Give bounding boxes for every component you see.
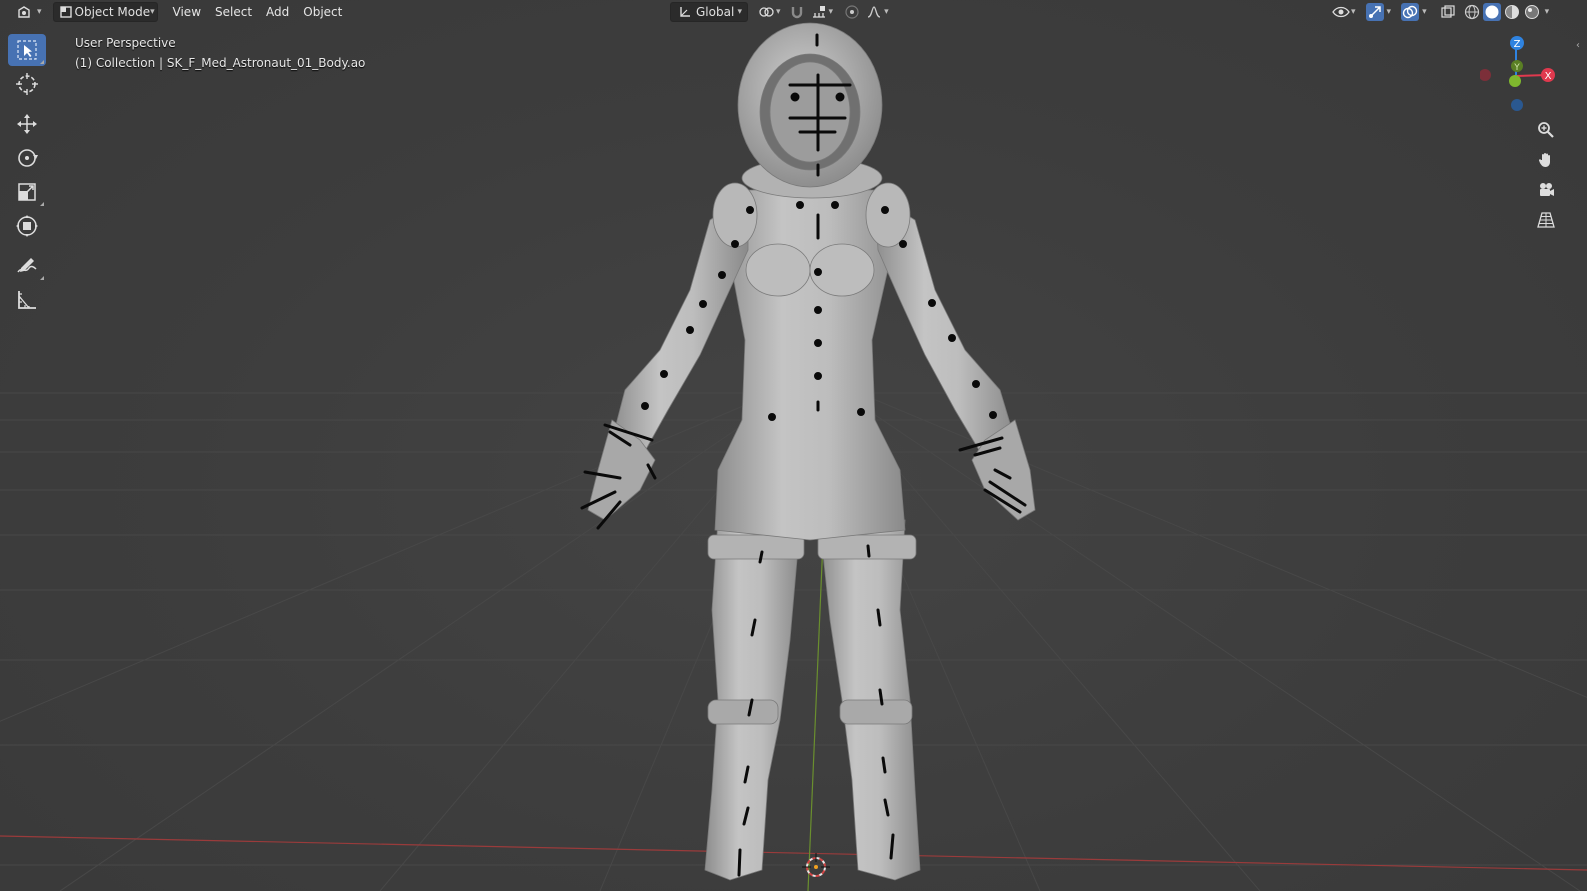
snap-target-dropdown[interactable]: ▾ <box>808 2 836 22</box>
move-tool[interactable] <box>8 108 46 140</box>
chevron-down-icon: ▾ <box>150 7 155 17</box>
active-collection-label: (1) Collection | SK_F_Med_Astronaut_01_B… <box>75 56 366 70</box>
transform-orientation-label: Global <box>696 5 735 19</box>
select-box-icon <box>17 40 37 60</box>
chevron-down-icon: ▾ <box>828 7 834 17</box>
viewport-header: ▾ Object Mode ▾ View Select Add Object G… <box>0 0 1587 24</box>
camera-view-button[interactable] <box>1531 176 1561 204</box>
transform-icon <box>16 215 38 237</box>
sidebar-toggle[interactable]: ‹ <box>1576 40 1580 51</box>
orientation-icon <box>676 3 694 21</box>
pivot-icon <box>757 3 775 21</box>
overlays-toggle[interactable]: ▾ <box>1399 2 1429 22</box>
viewport-scene <box>0 22 1587 891</box>
zoom-icon <box>1538 122 1554 138</box>
cursor-icon <box>16 73 38 95</box>
editor-type-icon <box>15 3 33 21</box>
falloff-dropdown[interactable]: ▾ <box>863 2 891 22</box>
zoom-button[interactable] <box>1531 116 1561 144</box>
tool-shelf <box>8 34 48 318</box>
transform-tool[interactable] <box>8 210 46 242</box>
y-axis-label: Y <box>1513 63 1520 73</box>
gizmo-icon <box>1365 3 1384 21</box>
tool-options-indicator <box>40 60 44 64</box>
menu-add[interactable]: Add <box>259 2 296 22</box>
xray-toggle[interactable] <box>1437 2 1459 22</box>
view-perspective-label: User Perspective <box>75 36 176 50</box>
scale-icon <box>18 183 36 201</box>
rotate-tool[interactable] <box>8 142 46 174</box>
rotate-icon <box>18 149 38 167</box>
z-axis-label: Z <box>1514 39 1521 50</box>
tool-options-indicator <box>40 276 44 280</box>
perspective-grid-icon <box>1537 212 1555 228</box>
object-mode-label: Object Mode <box>74 5 151 19</box>
visibility-icon <box>1332 3 1350 21</box>
perspective-toggle-button[interactable] <box>1531 206 1561 234</box>
viewport-info: User Perspective (1) Collection | SK_F_M… <box>75 33 365 73</box>
neg-x-axis-handle <box>1479 69 1491 81</box>
x-axis-label: X <box>1545 71 1552 82</box>
chevron-down-icon: ▾ <box>1386 7 1392 17</box>
object-mode-icon <box>59 3 73 21</box>
move-icon <box>17 114 37 134</box>
neg-z-axis-handle <box>1511 99 1523 111</box>
neg-y-axis-handle <box>1509 75 1521 87</box>
gizmo-toggle[interactable]: ▾ <box>1364 2 1394 22</box>
falloff-curve-icon <box>865 3 883 21</box>
3d-viewport[interactable] <box>0 0 1587 891</box>
chevron-down-icon: ▾ <box>1422 7 1427 17</box>
overlays-icon <box>1401 3 1420 21</box>
chevron-down-icon: ▾ <box>737 7 742 17</box>
rendered-shading-icon[interactable] <box>1523 3 1541 21</box>
hand-pan-icon <box>1538 153 1550 167</box>
chevron-down-icon: ▾ <box>776 7 781 17</box>
xray-icon <box>1439 3 1457 21</box>
snap-increment-icon <box>810 3 828 21</box>
navigation-gizmo[interactable]: Z X Y <box>1479 32 1570 122</box>
pivot-point-dropdown[interactable]: ▾ <box>752 2 786 22</box>
wireframe-shading-icon[interactable] <box>1463 3 1481 21</box>
pan-button[interactable] <box>1531 146 1561 174</box>
measure-icon <box>18 291 36 309</box>
object-mode-dropdown[interactable]: Object Mode ▾ <box>52 2 158 22</box>
material-shading-icon[interactable] <box>1503 3 1521 21</box>
magnet-icon <box>788 3 806 21</box>
select-box-tool[interactable] <box>8 34 46 66</box>
menu-view[interactable]: View <box>166 2 208 22</box>
scale-tool[interactable] <box>8 176 46 208</box>
annotate-tool[interactable] <box>8 250 46 282</box>
visibility-dropdown[interactable]: ▾ <box>1330 2 1358 22</box>
menu-object[interactable]: Object <box>296 2 349 22</box>
chevron-down-icon[interactable]: ▾ <box>1545 7 1550 17</box>
camera-icon <box>1540 183 1554 196</box>
tool-options-indicator <box>40 202 44 206</box>
snap-toggle[interactable] <box>786 2 808 22</box>
chevron-down-icon: ▾ <box>1351 7 1356 17</box>
chevron-down-icon: ▾ <box>37 7 42 17</box>
measure-tool[interactable] <box>8 284 46 316</box>
editor-type-button[interactable]: ▾ <box>10 2 47 22</box>
cursor-tool[interactable] <box>8 68 46 100</box>
transform-orientation-dropdown[interactable]: Global ▾ <box>670 2 748 22</box>
solid-shading-icon[interactable] <box>1482 3 1501 21</box>
menu-select[interactable]: Select <box>208 2 259 22</box>
annotate-icon <box>17 258 37 273</box>
chevron-down-icon: ▾ <box>884 7 889 17</box>
proportional-editing-icon <box>843 3 861 21</box>
proportional-editing-toggle[interactable] <box>841 2 863 22</box>
